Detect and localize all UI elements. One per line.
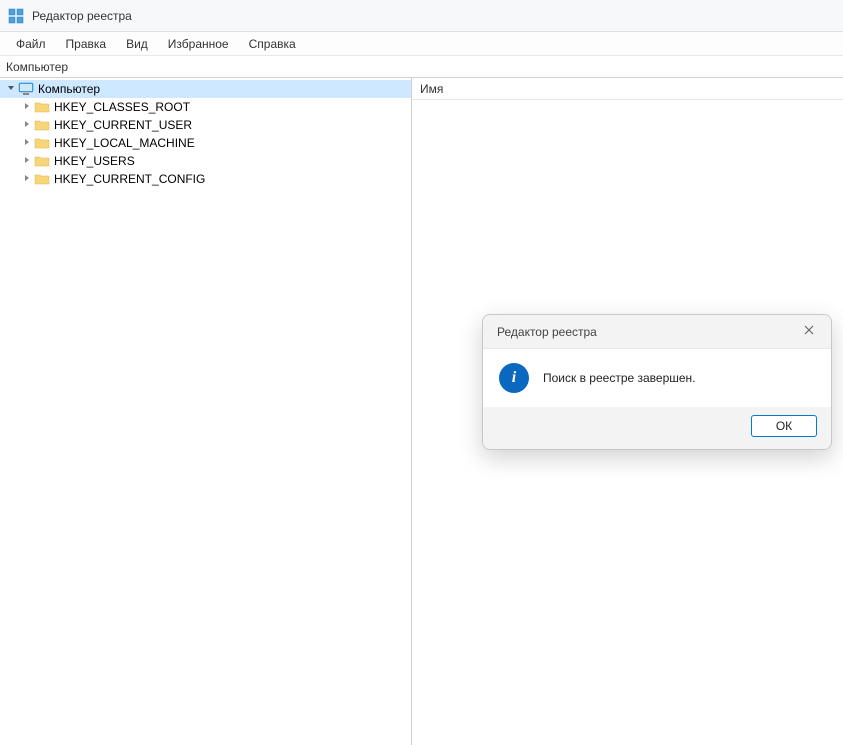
menu-help[interactable]: Справка	[241, 35, 304, 53]
tree-item-label: HKEY_CLASSES_ROOT	[54, 100, 190, 114]
tree-item-label: HKEY_USERS	[54, 154, 135, 168]
ok-button[interactable]: ОК	[751, 415, 817, 437]
menu-view[interactable]: Вид	[118, 35, 156, 53]
info-icon: i	[499, 363, 529, 393]
tree-item-hklm[interactable]: HKEY_LOCAL_MACHINE	[0, 134, 411, 152]
menu-edit[interactable]: Правка	[58, 35, 115, 53]
address-bar[interactable]: Компьютер	[0, 56, 843, 78]
dialog-body: i Поиск в реестре завершен.	[483, 349, 831, 407]
tree-item-hkcc[interactable]: HKEY_CURRENT_CONFIG	[0, 170, 411, 188]
folder-icon	[34, 99, 50, 115]
chevron-down-icon[interactable]	[4, 83, 18, 96]
tree-item-label: HKEY_CURRENT_CONFIG	[54, 172, 205, 186]
dialog-title: Редактор реестра	[497, 325, 597, 339]
tree-root-label: Компьютер	[38, 82, 100, 96]
tree-root[interactable]: Компьютер	[0, 80, 411, 98]
chevron-right-icon[interactable]	[20, 155, 34, 168]
tree-item-hkcu[interactable]: HKEY_CURRENT_USER	[0, 116, 411, 134]
registry-icon	[8, 8, 24, 24]
window-title: Редактор реестра	[32, 9, 132, 23]
tree-item-label: HKEY_LOCAL_MACHINE	[54, 136, 195, 150]
dialog-titlebar: Редактор реестра	[483, 315, 831, 349]
chevron-right-icon[interactable]	[20, 101, 34, 114]
dialog-message: Поиск в реестре завершен.	[543, 371, 696, 385]
folder-icon	[34, 135, 50, 151]
window-titlebar: Редактор реестра	[0, 0, 843, 32]
tree-item-label: HKEY_CURRENT_USER	[54, 118, 192, 132]
menubar: Файл Правка Вид Избранное Справка	[0, 32, 843, 56]
message-dialog: Редактор реестра i Поиск в реестре завер…	[482, 314, 832, 450]
tree-panel[interactable]: Компьютер HKEY_CLASSES_ROOT HKEY_CURRENT…	[0, 78, 412, 745]
folder-icon	[34, 171, 50, 187]
tree-item-hkcr[interactable]: HKEY_CLASSES_ROOT	[0, 98, 411, 116]
folder-icon	[34, 153, 50, 169]
dialog-footer: ОК	[483, 407, 831, 449]
list-header[interactable]: Имя	[412, 78, 843, 100]
chevron-right-icon[interactable]	[20, 119, 34, 132]
list-header-name: Имя	[420, 82, 443, 96]
close-button[interactable]	[797, 320, 821, 344]
chevron-right-icon[interactable]	[20, 137, 34, 150]
close-icon	[803, 324, 815, 339]
tree-item-hku[interactable]: HKEY_USERS	[0, 152, 411, 170]
computer-icon	[18, 81, 34, 97]
chevron-right-icon[interactable]	[20, 173, 34, 186]
address-path: Компьютер	[6, 60, 68, 74]
menu-file[interactable]: Файл	[8, 35, 54, 53]
folder-icon	[34, 117, 50, 133]
menu-favorites[interactable]: Избранное	[160, 35, 237, 53]
